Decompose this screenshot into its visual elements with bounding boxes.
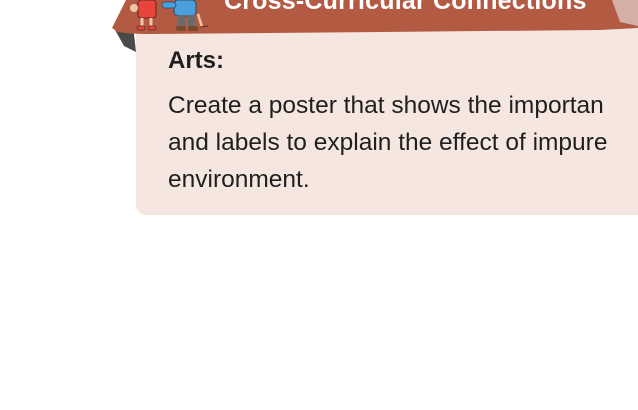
children-illustration-icon — [130, 0, 209, 31]
activity-text: Create a poster that shows the importan … — [168, 87, 638, 198]
banner-title: Cross-Curricular Connections — [224, 0, 587, 15]
page: Cross-Curricular Connections Arts: Creat… — [0, 0, 638, 410]
activity-text-line: and labels to explain the effect of impu… — [168, 129, 608, 156]
activity-text-line: Create a poster that shows the importan — [168, 92, 604, 119]
section-heading: Arts: — [168, 47, 225, 74]
activity-text-line: environment. — [168, 166, 310, 193]
